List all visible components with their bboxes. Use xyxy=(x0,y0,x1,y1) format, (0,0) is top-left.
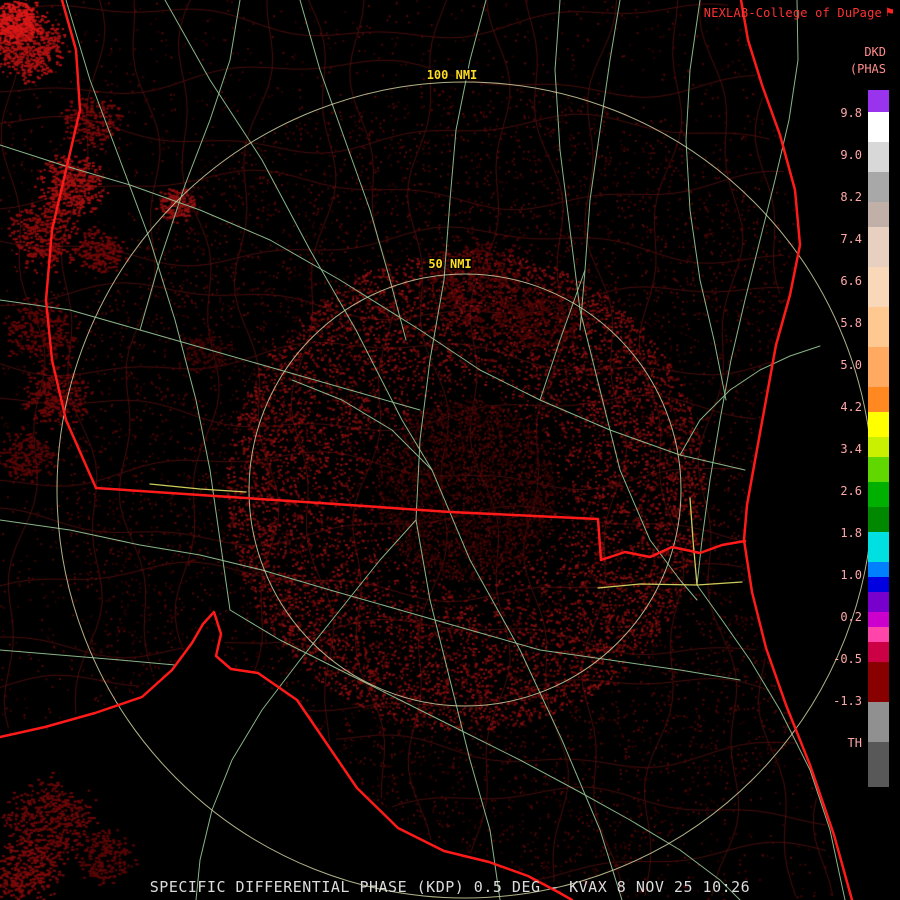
color-scale-segment xyxy=(868,227,889,267)
road-line xyxy=(554,0,698,601)
radar-viewer: 100 NMI 50 NMI NEXLAB-College of DuPage … xyxy=(0,0,900,900)
color-scale-segment xyxy=(868,612,889,627)
flag-icon[interactable]: ⚑ xyxy=(886,6,894,19)
color-scale-labels: 9.8 9.0 8.2 7.4 6.6 5.8 5.0 4.2 3.4 2.6 1.8 1.0 0.2 -… xyxy=(824,90,864,800)
map-overlay: 100 NMI 50 NMI xyxy=(0,0,874,900)
color-scale-segment xyxy=(868,412,889,437)
road-line xyxy=(0,649,176,666)
color-scale-segment xyxy=(868,482,889,507)
state-borders-layer xyxy=(0,0,854,900)
color-scale xyxy=(868,90,889,787)
color-scale-segment xyxy=(868,142,889,172)
road-line xyxy=(229,609,741,900)
road-line xyxy=(195,519,417,900)
road-line xyxy=(579,0,621,331)
road-line xyxy=(0,519,741,681)
color-scale-segment xyxy=(868,702,889,742)
highway-line xyxy=(597,581,743,589)
road-line xyxy=(65,0,231,611)
roads-layer xyxy=(0,0,846,900)
scale-label: 2.6 xyxy=(840,484,862,498)
road-line xyxy=(696,584,846,900)
state-border-west xyxy=(44,0,98,490)
road-line xyxy=(679,345,821,456)
scale-label: 1.0 xyxy=(840,568,862,582)
scale-label: TH xyxy=(847,736,862,750)
product-code-line2: (PHAS xyxy=(849,62,886,76)
color-scale-segment xyxy=(868,347,889,387)
color-scale-segment xyxy=(868,562,889,577)
range-ring-label-100: 100 NMI xyxy=(427,68,478,82)
color-scale-segment xyxy=(868,307,889,347)
range-ring-50nmi xyxy=(248,273,682,707)
highway-line xyxy=(149,483,247,493)
scale-label: 8.2 xyxy=(840,190,862,204)
color-scale-segment xyxy=(868,642,889,662)
scale-label: 3.4 xyxy=(840,442,862,456)
road-line xyxy=(685,0,727,401)
highway-line xyxy=(689,497,698,586)
color-scale-segment xyxy=(868,437,889,457)
product-code-line1: DKD xyxy=(864,45,886,59)
color-scale-segment xyxy=(868,202,889,227)
scale-label: 9.0 xyxy=(840,148,862,162)
road-line xyxy=(164,0,433,471)
road-line xyxy=(139,0,241,331)
scale-label: 7.4 xyxy=(840,232,862,246)
site-credit-text: NEXLAB-College of DuPage xyxy=(703,6,882,20)
color-scale-segment xyxy=(868,577,889,592)
scale-label: 9.8 xyxy=(840,106,862,120)
state-border-ga_fl xyxy=(94,486,747,562)
color-scale-segment xyxy=(868,627,889,642)
color-scale-segment xyxy=(868,742,889,787)
color-scale-segment xyxy=(868,592,889,612)
road-line xyxy=(431,469,623,900)
road-line xyxy=(415,0,501,900)
color-scale-segment xyxy=(868,507,889,532)
product-caption: SPECIFIC DIFFERENTIAL PHASE (KDP) 0.5 DE… xyxy=(149,878,751,896)
color-scale-segment xyxy=(868,267,889,307)
scale-label: 0.2 xyxy=(840,610,862,624)
scale-label: -1.3 xyxy=(833,694,862,708)
color-scale-segment xyxy=(868,662,889,702)
color-scale-segment xyxy=(868,90,889,112)
scale-label: 5.0 xyxy=(840,358,862,372)
scale-label: -0.5 xyxy=(833,652,862,666)
scale-label: 5.8 xyxy=(840,316,862,330)
site-credit: NEXLAB-College of DuPage ⚑ xyxy=(704,6,894,20)
road-line xyxy=(299,0,407,341)
color-scale-segment xyxy=(868,457,889,482)
highways-layer xyxy=(149,483,743,589)
scale-label: 1.8 xyxy=(840,526,862,540)
road-line xyxy=(539,269,586,401)
product-code: DKD (PHAS xyxy=(850,44,886,78)
color-scale-segment xyxy=(868,532,889,562)
scale-label: 4.2 xyxy=(840,400,862,414)
road-line xyxy=(0,299,421,411)
color-scale-segment xyxy=(868,112,889,142)
color-scale-segment xyxy=(868,172,889,202)
color-scale-segment xyxy=(868,387,889,412)
road-line xyxy=(0,144,746,471)
range-ring-label-50: 50 NMI xyxy=(428,257,471,271)
scale-label: 6.6 xyxy=(840,274,862,288)
